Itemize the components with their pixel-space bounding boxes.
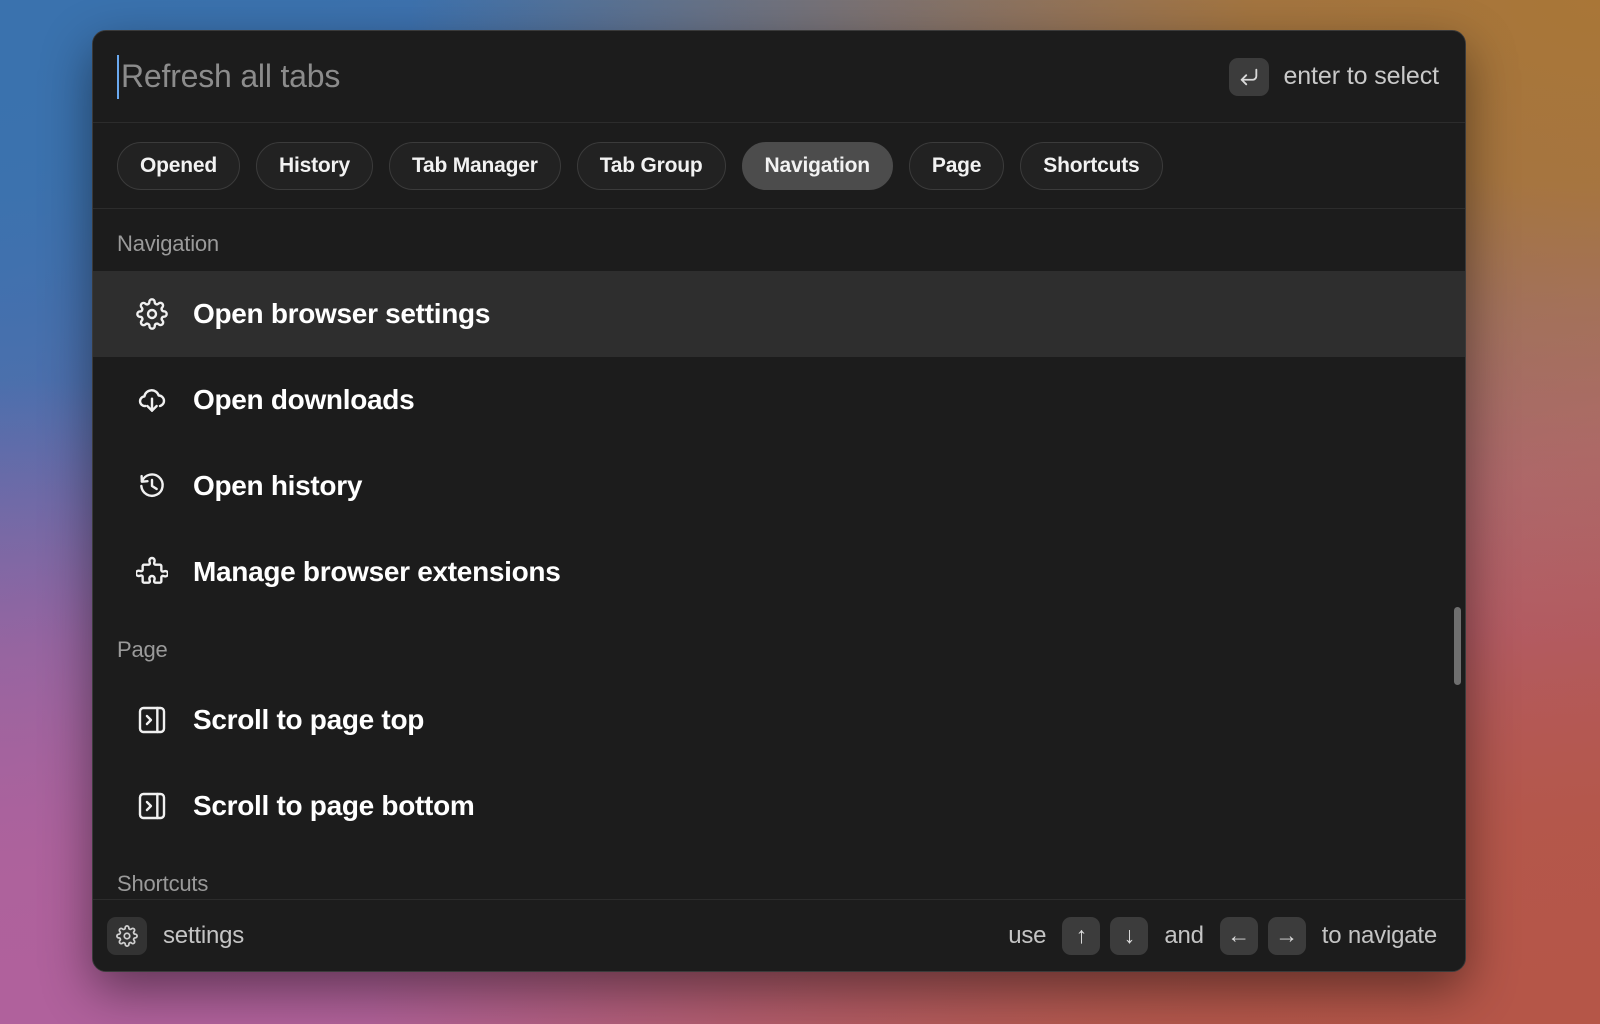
gear-icon xyxy=(135,297,169,331)
settings-shortcut[interactable]: settings xyxy=(107,917,244,955)
command-label: Open downloads xyxy=(193,384,414,416)
command-label: Scroll to page bottom xyxy=(193,790,474,822)
cloud-download-icon xyxy=(135,383,169,417)
arrow-right-key-icon[interactable]: → xyxy=(1268,917,1306,955)
navigation-hint: use ↑ ↓ and ← → to navigate xyxy=(1002,917,1443,955)
status-bar: settings use ↑ ↓ and ← → to navigate xyxy=(93,899,1465,971)
text-caret xyxy=(117,55,119,99)
and-label: and xyxy=(1164,922,1203,950)
command-label: Open browser settings xyxy=(193,298,490,330)
arrow-up-key-icon[interactable]: ↑ xyxy=(1062,917,1100,955)
arrow-left-key-icon[interactable]: ← xyxy=(1220,917,1258,955)
command-label: Manage browser extensions xyxy=(193,556,561,588)
category-tabs: Opened History Tab Manager Tab Group Nav… xyxy=(93,123,1465,209)
search-field-wrapper[interactable] xyxy=(117,49,1229,105)
section-header-navigation: Navigation xyxy=(93,209,1465,271)
use-label: use xyxy=(1008,922,1046,950)
command-label: Open history xyxy=(193,470,362,502)
clock-history-icon xyxy=(135,469,169,503)
panel-chevron-icon xyxy=(135,703,169,737)
tab-history[interactable]: History xyxy=(256,142,373,190)
command-list: Navigation Open browser settings Open do… xyxy=(93,209,1465,899)
tab-tab-group[interactable]: Tab Group xyxy=(577,142,726,190)
tab-navigation[interactable]: Navigation xyxy=(742,142,893,190)
section-header-page: Page xyxy=(93,615,1465,677)
command-scroll-to-page-top[interactable]: Scroll to page top xyxy=(93,677,1465,763)
section-header-shortcuts: Shortcuts xyxy=(93,849,1465,899)
command-open-downloads[interactable]: Open downloads xyxy=(93,357,1465,443)
command-manage-browser-extensions[interactable]: Manage browser extensions xyxy=(93,529,1465,615)
tab-shortcuts[interactable]: Shortcuts xyxy=(1020,142,1162,190)
panel-chevron-icon xyxy=(135,789,169,823)
list-scrollbar-thumb[interactable] xyxy=(1454,607,1461,685)
tab-opened[interactable]: Opened xyxy=(117,142,240,190)
enter-hint-label: enter to select xyxy=(1283,62,1439,91)
search-row: enter to select xyxy=(93,31,1465,123)
enter-to-select-hint: enter to select xyxy=(1229,58,1439,96)
command-scroll-to-page-bottom[interactable]: Scroll to page bottom xyxy=(93,763,1465,849)
command-label: Scroll to page top xyxy=(193,704,424,736)
tab-page[interactable]: Page xyxy=(909,142,1004,190)
tab-tab-manager[interactable]: Tab Manager xyxy=(389,142,561,190)
command-open-browser-settings[interactable]: Open browser settings xyxy=(93,271,1465,357)
command-palette-window: enter to select Opened History Tab Manag… xyxy=(92,30,1466,972)
enter-key-icon xyxy=(1229,58,1269,96)
gear-icon xyxy=(107,917,147,955)
navigate-label: to navigate xyxy=(1322,922,1437,950)
arrow-down-key-icon[interactable]: ↓ xyxy=(1110,917,1148,955)
command-open-history[interactable]: Open history xyxy=(93,443,1465,529)
settings-label: settings xyxy=(163,922,244,950)
search-input[interactable] xyxy=(121,54,1229,100)
puzzle-piece-icon xyxy=(135,555,169,589)
